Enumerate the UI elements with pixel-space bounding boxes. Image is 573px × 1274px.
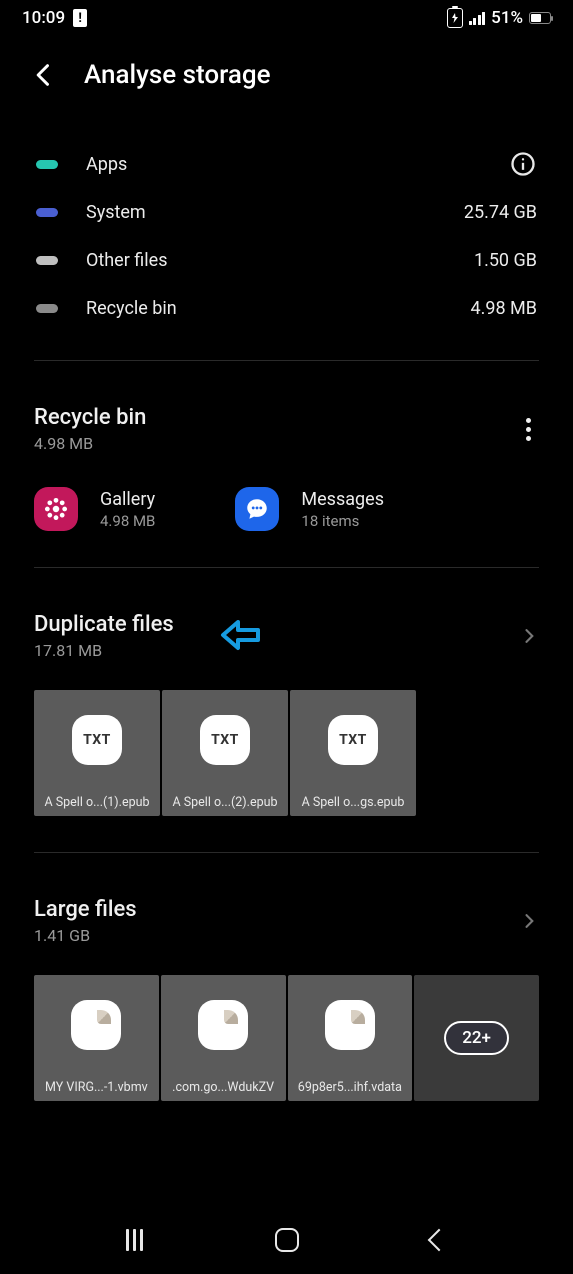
file-name: A Spell o...(1).epub (34, 790, 160, 816)
recycle-item-messages[interactable]: Messages 18 items (235, 487, 384, 531)
storage-categories: Apps System 25.74 GB Other files 1.50 GB… (0, 102, 573, 360)
file-tile[interactable]: .com.go...WdukZV (161, 975, 286, 1101)
notification-badge-icon: ! (73, 9, 87, 27)
file-name: .com.go...WdukZV (161, 1075, 286, 1101)
nav-home-button[interactable] (275, 1228, 299, 1252)
page-title: Analyse storage (84, 60, 271, 90)
navigation-bar (0, 1206, 573, 1274)
category-system[interactable]: System 25.74 GB (36, 188, 537, 236)
info-icon[interactable] (509, 150, 537, 178)
more-files-tile[interactable]: 22+ (414, 975, 539, 1101)
category-label: Apps (86, 154, 509, 175)
recycle-item-name: Messages (301, 489, 384, 510)
category-other-files[interactable]: Other files 1.50 GB (36, 236, 537, 284)
section-subtitle: 17.81 MB (34, 641, 174, 660)
document-file-icon (71, 1000, 121, 1050)
chevron-right-icon (519, 911, 539, 931)
battery-icon (529, 12, 551, 24)
category-value: 1.50 GB (474, 250, 537, 271)
status-time: 10:09 (22, 8, 65, 28)
file-tile[interactable]: 69p8er5...ihf.vdata (288, 975, 413, 1101)
messages-icon (235, 487, 279, 531)
category-label: Recycle bin (86, 298, 471, 319)
category-dot (36, 256, 58, 265)
category-value: 4.98 MB (471, 298, 538, 319)
category-label: System (86, 202, 464, 223)
recycle-item-name: Gallery (100, 489, 155, 510)
document-file-icon (325, 1000, 375, 1050)
chevron-right-icon (519, 626, 539, 646)
gallery-icon (34, 487, 78, 531)
annotation-arrow-icon (220, 619, 260, 651)
section-title: Recycle bin (34, 405, 518, 430)
category-dot (36, 304, 58, 313)
signal-icon (469, 12, 486, 25)
category-value: 25.74 GB (464, 202, 537, 223)
document-file-icon (198, 1000, 248, 1050)
section-title: Large files (34, 897, 519, 922)
battery-saver-icon (447, 8, 463, 28)
file-name: A Spell o...(2).epub (162, 790, 288, 816)
section-subtitle: 4.98 MB (34, 434, 518, 453)
section-title: Duplicate files (34, 612, 174, 637)
file-tile[interactable]: TXT A Spell o...(2).epub (162, 690, 288, 816)
file-name: MY VIRG...-1.vbmv (34, 1075, 159, 1101)
txt-file-icon: TXT (200, 715, 250, 765)
txt-file-icon: TXT (328, 715, 378, 765)
header: Analyse storage (0, 32, 573, 102)
recycle-item-meta: 18 items (301, 512, 384, 530)
file-name: A Spell o...gs.epub (290, 790, 416, 816)
file-tile[interactable]: TXT A Spell o...gs.epub (290, 690, 416, 816)
status-bar: 10:09 ! 51% (0, 0, 573, 32)
category-apps[interactable]: Apps (36, 140, 537, 188)
recycle-bin-section: Recycle bin 4.98 MB Gallery 4.98 MB Mess… (0, 361, 573, 567)
nav-back-button[interactable] (428, 1229, 451, 1252)
more-count-badge: 22+ (444, 1021, 509, 1055)
category-label: Other files (86, 250, 474, 271)
battery-percent: 51% (491, 8, 523, 28)
category-recycle-bin[interactable]: Recycle bin 4.98 MB (36, 284, 537, 332)
duplicate-files-section[interactable]: Duplicate files 17.81 MB TXT A Spell o..… (0, 568, 573, 852)
category-dot (36, 160, 58, 169)
file-tile[interactable]: TXT A Spell o...(1).epub (34, 690, 160, 816)
section-subtitle: 1.41 GB (34, 926, 519, 945)
file-name: 69p8er5...ihf.vdata (288, 1075, 413, 1101)
category-dot (36, 208, 58, 217)
more-menu-icon[interactable] (518, 410, 539, 449)
large-files-section[interactable]: Large files 1.41 GB MY VIRG...-1.vbmv .c… (0, 853, 573, 1137)
nav-recents-button[interactable] (126, 1229, 143, 1251)
recycle-item-gallery[interactable]: Gallery 4.98 MB (34, 487, 155, 531)
txt-file-icon: TXT (72, 715, 122, 765)
file-tile[interactable]: MY VIRG...-1.vbmv (34, 975, 159, 1101)
recycle-item-meta: 4.98 MB (100, 512, 155, 530)
back-icon[interactable] (30, 61, 58, 89)
